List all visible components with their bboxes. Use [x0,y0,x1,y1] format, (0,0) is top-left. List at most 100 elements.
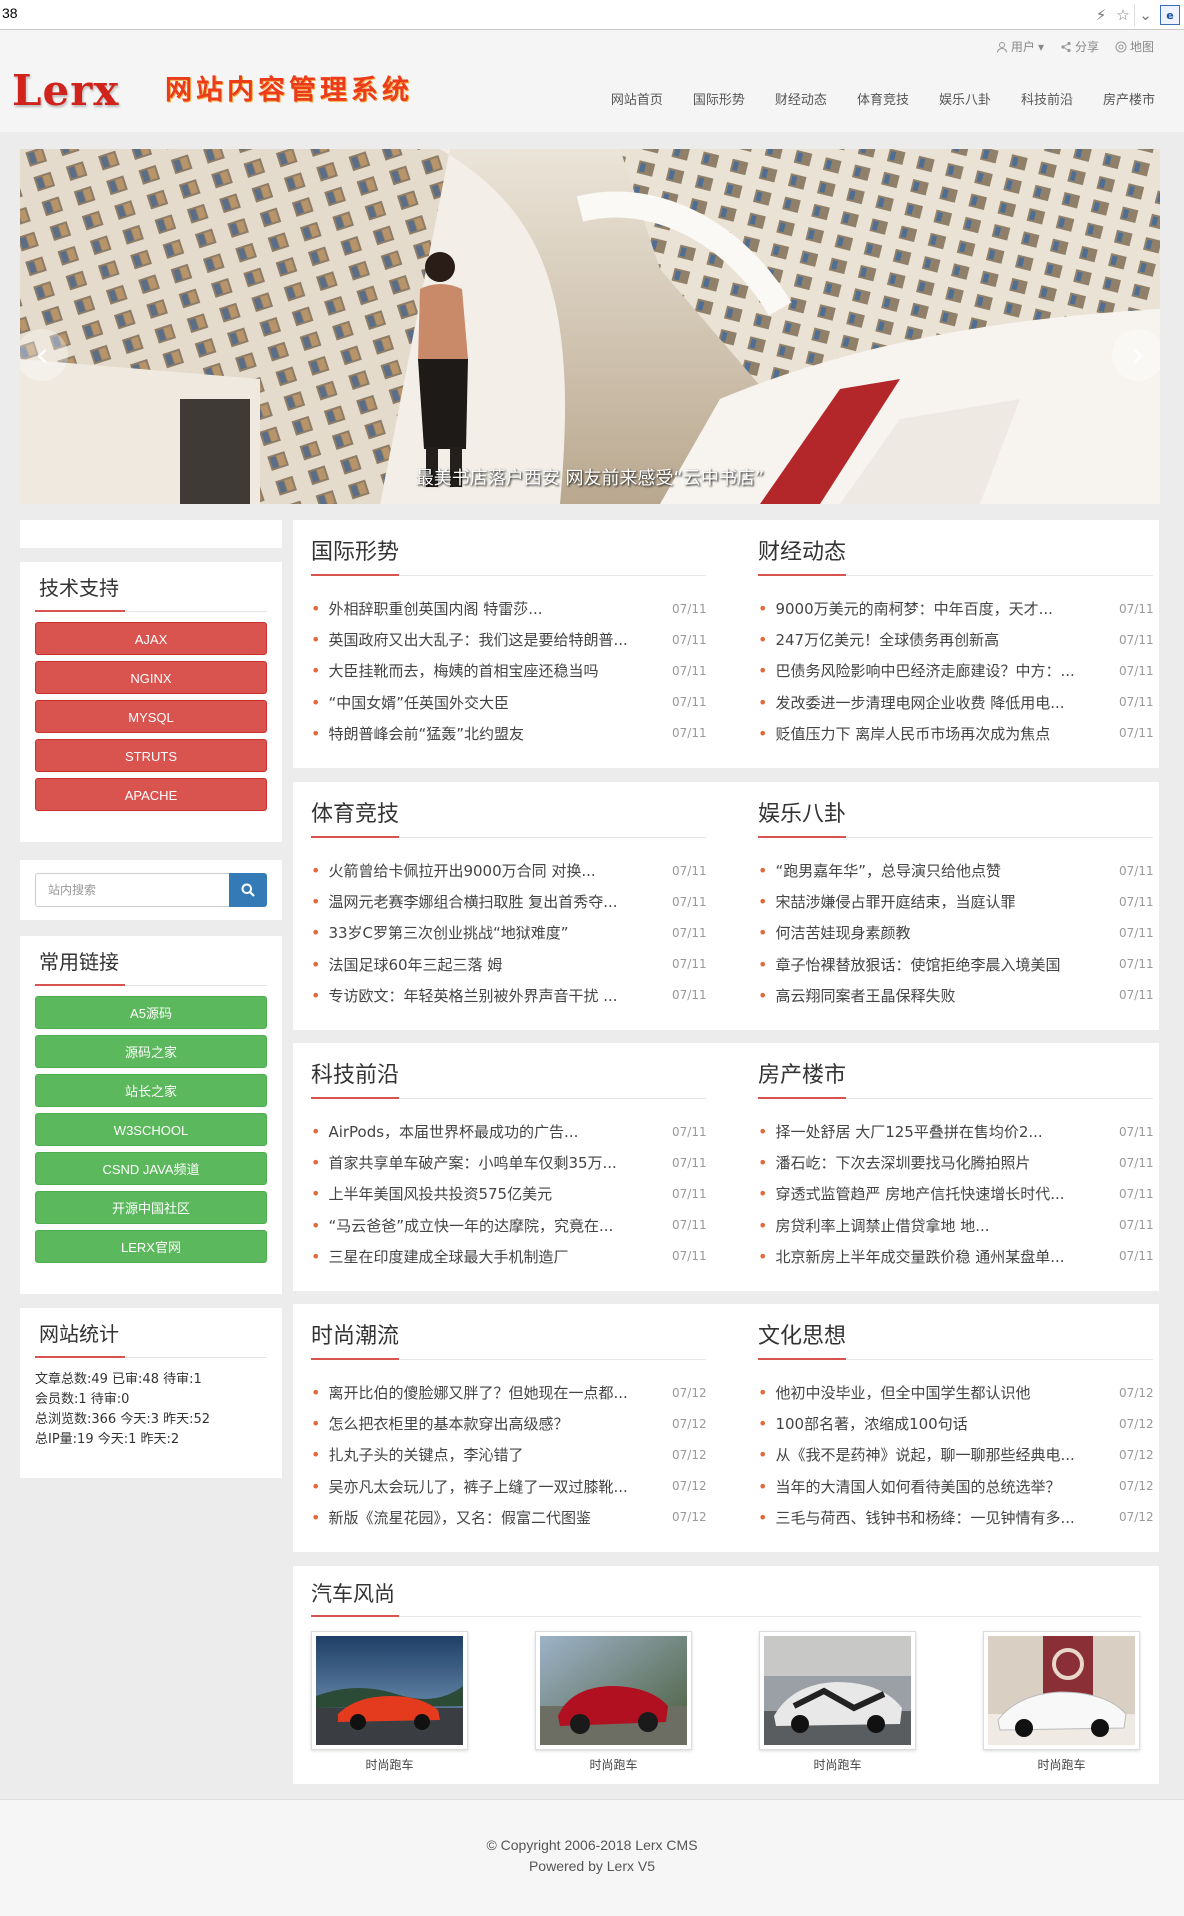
car-card[interactable]: 时尚跑车 [311,1631,468,1773]
news-title[interactable]: 房贷利率上调禁止借贷拿地 地... [775,1215,1119,1236]
nav-tech[interactable]: 科技前沿 [1006,89,1088,108]
news-title[interactable]: 高云翔同案者王晶保释失败 [775,985,1119,1006]
dropdown-icon[interactable]: ⌄ [1134,4,1156,26]
car-caption[interactable]: 时尚跑车 [311,1756,468,1773]
news-item[interactable]: • 33岁C罗第三次创业挑战“地狱难度” 07/11 [311,917,707,948]
tech-ajax-button[interactable]: AJAX [35,622,267,655]
tech-mysql-button[interactable]: MYSQL [35,700,267,733]
news-item[interactable]: • 英国政府又出大乱子：我们这是要给特朗普... 07/11 [311,624,707,655]
link-csdn-java-button[interactable]: CSND JAVA频道 [35,1152,267,1185]
car-thumbnail[interactable] [759,1631,916,1750]
link-chinaz-button[interactable]: 站长之家 [35,1074,267,1107]
news-item[interactable]: • 火箭曾给卡佩拉开出9000万合同 对换... 07/11 [311,855,707,886]
tech-struts-button[interactable]: STRUTS [35,739,267,772]
news-item[interactable]: • 扎丸子头的关键点，李沁错了 07/12 [311,1439,707,1470]
news-title[interactable]: 100部名著，浓缩成100句话 [775,1413,1119,1434]
news-item[interactable]: • 247万亿美元！全球债务再创新高 07/11 [758,624,1154,655]
news-title[interactable]: “马云爸爸”成立快一年的达摩院，究竟在... [328,1215,672,1236]
news-item[interactable]: • 新版《流星花园》，又名：假富二代图鉴 07/12 [311,1502,707,1533]
car-thumbnail[interactable] [535,1631,692,1750]
banner-next-button[interactable]: › [1112,329,1160,381]
news-item[interactable]: • 温网元老赛李娜组合横扫取胜 复出首秀夺... 07/11 [311,886,707,917]
news-item[interactable]: • 高云翔同案者王晶保释失败 07/11 [758,980,1154,1011]
news-title[interactable]: 当年的大清国人如何看待美国的总统选举？ [775,1476,1119,1497]
news-title[interactable]: 巴债务风险影响中巴经济走廊建设？中方：... [775,660,1119,681]
car-caption[interactable]: 时尚跑车 [983,1756,1140,1773]
news-item[interactable]: • 穿透式监管趋严 房地产信托快速增长时代... 07/11 [758,1178,1154,1209]
address-input[interactable]: 38 [2,5,18,21]
car-card[interactable]: 时尚跑车 [759,1631,916,1773]
news-title[interactable]: 吴亦凡太会玩儿了，裤子上缝了一双过膝靴... [328,1476,672,1497]
nav-entertainment[interactable]: 娱乐八卦 [924,89,1006,108]
news-item[interactable]: • 当年的大清国人如何看待美国的总统选举？ 07/12 [758,1471,1154,1502]
news-item[interactable]: • 吴亦凡太会玩儿了，裤子上缝了一双过膝靴... 07/12 [311,1471,707,1502]
news-item[interactable]: • “中国女婿”任英国外交大臣 07/11 [311,687,707,718]
news-title[interactable]: 贬值压力下 离岸人民币市场再次成为焦点 [775,723,1119,744]
news-title[interactable]: 穿透式监管趋严 房地产信托快速增长时代... [775,1183,1119,1204]
news-title[interactable]: 何洁苦娃现身素颜教 [775,922,1119,943]
news-title[interactable]: “跑男嘉年华”，总导演只给他点赞 [775,860,1119,881]
section-title[interactable]: 娱乐八卦 [758,782,1153,838]
news-title[interactable]: 从《我不是药神》说起，聊一聊那些经典电... [775,1444,1119,1465]
star-icon[interactable]: ☆ [1112,4,1134,26]
news-item[interactable]: • 专访欧文：年轻英格兰别被外界声音干扰 ... 07/11 [311,980,707,1011]
news-title[interactable]: 247万亿美元！全球债务再创新高 [775,629,1119,650]
news-item[interactable]: • 章子怡裸替放狠话：使馆拒绝李晨入境美国 07/11 [758,949,1154,980]
news-title[interactable]: 外相辞职重创英国内阁 特雷莎... [328,598,672,619]
news-title[interactable]: 三星在印度建成全球最大手机制造厂 [328,1246,672,1267]
news-title[interactable]: 9000万美元的南柯梦：中年百度，天才... [775,598,1119,619]
news-item[interactable]: • 宋喆涉嫌侵占罪开庭结束，当庭认罪 07/11 [758,886,1154,917]
section-title[interactable]: 时尚潮流 [311,1304,706,1360]
car-caption[interactable]: 时尚跑车 [759,1756,916,1773]
banner-slider[interactable]: 最美书店落户西安 网友前来感受“云中书店” ‹ › [20,149,1160,504]
news-item[interactable]: • 三星在印度建成全球最大手机制造厂 07/11 [311,1241,707,1272]
news-item[interactable]: • AirPods，本届世界杯最成功的广告... 07/11 [311,1116,707,1147]
news-item[interactable]: • 离开比伯的傻脸娜又胖了？但她现在一点都... 07/12 [311,1377,707,1408]
section-title[interactable]: 房产楼市 [758,1043,1153,1099]
news-title[interactable]: 怎么把衣柜里的基本款穿出高级感？ [328,1413,672,1434]
nav-sports[interactable]: 体育竞技 [842,89,924,108]
news-title[interactable]: 三毛与荷西、钱钟书和杨绛：一见钟情有多... [775,1507,1119,1528]
cars-title[interactable]: 汽车风尚 [311,1566,1141,1617]
news-item[interactable]: • 大臣挂靴而去，梅姨的首相宝座还稳当吗 07/11 [311,655,707,686]
news-title[interactable]: 首家共享单车破产案：小鸣单车仅剩35万... [328,1152,672,1173]
news-item[interactable]: • 怎么把衣柜里的基本款穿出高级感？ 07/12 [311,1408,707,1439]
news-title[interactable]: 大臣挂靴而去，梅姨的首相宝座还稳当吗 [328,660,672,681]
news-item[interactable]: • 上半年美国风投共投资575亿美元 07/11 [311,1178,707,1209]
news-item[interactable]: • 9000万美元的南柯梦：中年百度，天才... 07/11 [758,593,1154,624]
news-item[interactable]: • 外相辞职重创英国内阁 特雷莎... 07/11 [311,593,707,624]
news-title[interactable]: AirPods，本届世界杯最成功的广告... [328,1121,672,1142]
news-title[interactable]: “中国女婿”任英国外交大臣 [328,692,672,713]
news-title[interactable]: 英国政府又出大乱子：我们这是要给特朗普... [328,629,672,650]
search-button[interactable] [229,873,267,907]
ie-compat-icon[interactable]: e [1160,5,1180,25]
news-item[interactable]: • 房贷利率上调禁止借贷拿地 地... 07/11 [758,1210,1154,1241]
car-card[interactable]: 时尚跑车 [535,1631,692,1773]
news-item[interactable]: • “马云爸爸”成立快一年的达摩院，究竟在... 07/11 [311,1210,707,1241]
map-link[interactable]: 地图 [1115,38,1154,55]
news-item[interactable]: • 择一处舒居 大厂125平叠拼在售均价2... 07/11 [758,1116,1154,1147]
news-item[interactable]: • 潘石屹：下次去深圳要找马化腾拍照片 07/11 [758,1147,1154,1178]
news-item[interactable]: • 首家共享单车破产案：小鸣单车仅剩35万... 07/11 [311,1147,707,1178]
news-title[interactable]: 火箭曾给卡佩拉开出9000万合同 对换... [328,860,672,881]
news-title[interactable]: 法国足球60年三起三落 姆 [328,954,672,975]
site-logo[interactable]: Lerx [12,70,119,112]
news-item[interactable]: • 发改委进一步清理电网企业收费 降低用电... 07/11 [758,687,1154,718]
link-codehome-button[interactable]: 源码之家 [35,1035,267,1068]
lightning-icon[interactable]: ⚡ [1090,4,1112,26]
tech-apache-button[interactable]: APACHE [35,778,267,811]
news-item[interactable]: • “跑男嘉年华”，总导演只给他点赞 07/11 [758,855,1154,886]
section-title[interactable]: 国际形势 [311,520,706,576]
news-item[interactable]: • 100部名著，浓缩成100句话 07/12 [758,1408,1154,1439]
car-card[interactable]: 时尚跑车 [983,1631,1140,1773]
news-title[interactable]: 宋喆涉嫌侵占罪开庭结束，当庭认罪 [775,891,1119,912]
section-title[interactable]: 科技前沿 [311,1043,706,1099]
news-title[interactable]: 专访欧文：年轻英格兰别被外界声音干扰 ... [328,985,672,1006]
news-title[interactable]: 特朗普峰会前“猛轰”北约盟友 [328,723,672,744]
news-item[interactable]: • 特朗普峰会前“猛轰”北约盟友 07/11 [311,718,707,749]
link-w3school-button[interactable]: W3SCHOOL [35,1113,267,1146]
user-menu[interactable]: 用户 ▾ [996,38,1044,55]
section-title[interactable]: 文化思想 [758,1304,1153,1360]
news-title[interactable]: 北京新房上半年成交量跌价稳 通州某盘单... [775,1246,1119,1267]
car-caption[interactable]: 时尚跑车 [535,1756,692,1773]
